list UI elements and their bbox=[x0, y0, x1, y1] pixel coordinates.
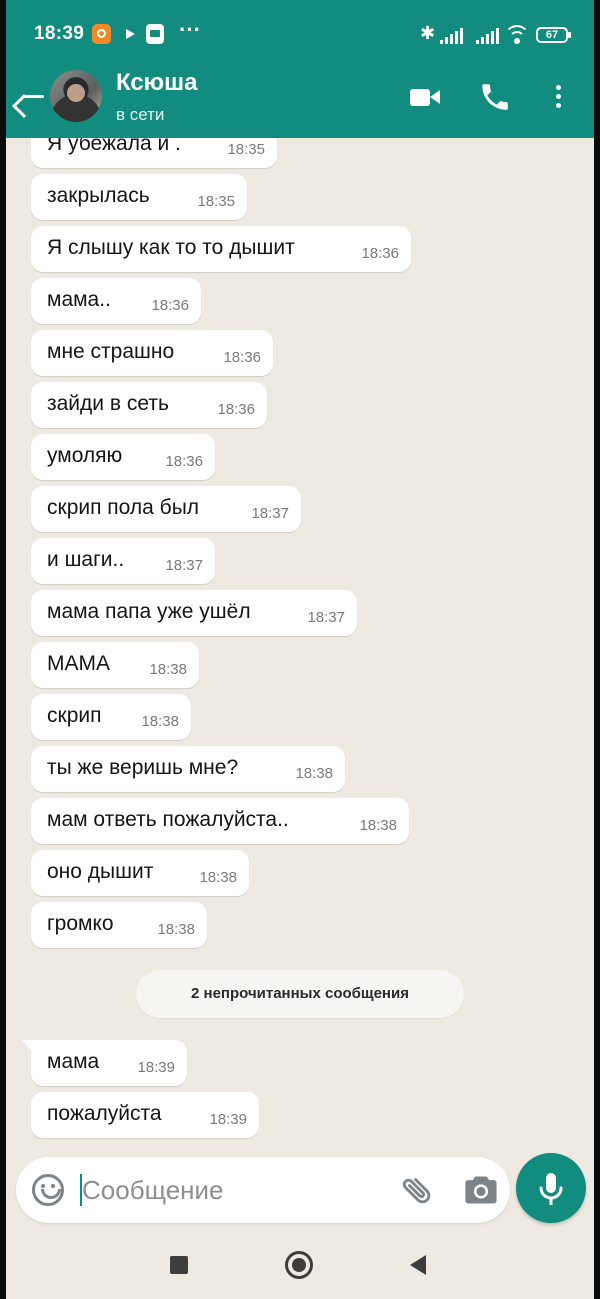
recents-button[interactable] bbox=[170, 1256, 188, 1274]
status-time: 18:39 bbox=[34, 23, 85, 44]
status-bar: 18:39 ··· ✱ 67 bbox=[6, 0, 594, 62]
mic-glyph bbox=[539, 1173, 563, 1205]
message-text: и шаги.. bbox=[47, 548, 125, 571]
message-text: мне страшно bbox=[47, 340, 175, 363]
message-bubble[interactable]: МАМА 18:38 bbox=[31, 642, 199, 688]
message-bubble[interactable]: закрылась 18:35 bbox=[31, 174, 247, 220]
message-text: скрип bbox=[47, 704, 102, 727]
wifi-icon bbox=[504, 25, 530, 45]
message-bubble[interactable]: ты же веришь мне? 18:38 bbox=[31, 746, 345, 792]
more-notifications-icon: ··· bbox=[179, 17, 201, 42]
message-bubble[interactable]: громко 18:38 bbox=[31, 902, 207, 948]
message-bubble[interactable]: оно дышит 18:38 bbox=[31, 850, 249, 896]
top-bar: 18:39 ··· ✱ 67 Ксюша в сети bbox=[6, 0, 594, 138]
message-time: 18:38 bbox=[149, 661, 187, 678]
message-bubble[interactable]: и шаги.. 18:37 bbox=[31, 538, 215, 584]
phone-icon[interactable] bbox=[478, 80, 512, 114]
message-time: 18:36 bbox=[217, 401, 255, 418]
composer-bar bbox=[6, 1151, 594, 1231]
message-bubble[interactable]: мама.. 18:36 bbox=[31, 278, 201, 324]
message-time: 18:37 bbox=[251, 505, 289, 522]
message-time: 18:36 bbox=[361, 245, 399, 262]
message-bubble[interactable]: пожалуйста 18:39 bbox=[31, 1092, 259, 1138]
emoji-icon[interactable] bbox=[32, 1174, 64, 1206]
system-nav-bar bbox=[6, 1231, 594, 1299]
back-arrow-icon[interactable] bbox=[16, 78, 52, 114]
paperclip-glyph bbox=[402, 1178, 431, 1204]
message-text: оно дышит bbox=[47, 860, 154, 883]
message-text: закрылась bbox=[47, 184, 150, 207]
message-text: умоляю bbox=[47, 444, 123, 467]
message-time: 18:38 bbox=[157, 921, 195, 938]
message-bubble[interactable]: Я слышу как то то дышит 18:36 bbox=[31, 226, 411, 272]
message-text: Я убежала и . bbox=[47, 138, 181, 155]
phone-glyph bbox=[482, 84, 508, 110]
contact-status: в сети bbox=[116, 105, 165, 124]
chat-header: Ксюша в сети bbox=[6, 62, 594, 138]
message-time: 18:38 bbox=[199, 869, 237, 886]
message-time: 18:38 bbox=[359, 817, 397, 834]
message-bubble[interactable]: умоляю 18:36 bbox=[31, 434, 215, 480]
more-vert-icon[interactable] bbox=[546, 80, 572, 114]
message-text: ты же веришь мне? bbox=[47, 756, 239, 779]
message-text: пожалуйста bbox=[47, 1102, 162, 1125]
message-bubble[interactable]: мама 18:39 bbox=[22, 1040, 187, 1086]
message-text: мам ответь пожалуйста.. bbox=[47, 808, 289, 831]
message-time: 18:39 bbox=[209, 1111, 247, 1128]
unread-messages-banner: 2 непрочитанных сообщения bbox=[136, 970, 464, 1018]
mic-icon[interactable] bbox=[516, 1153, 586, 1223]
message-time: 18:37 bbox=[165, 557, 203, 574]
device-frame: 18:39 ··· ✱ 67 Ксюша в сети Я убежала и … bbox=[0, 0, 600, 1299]
nav-back-button[interactable] bbox=[410, 1255, 428, 1275]
message-bubble[interactable]: скрип пола был 18:37 bbox=[31, 486, 301, 532]
message-time: 18:36 bbox=[151, 297, 189, 314]
message-text: громко bbox=[47, 912, 114, 935]
message-text: зайди в сеть bbox=[47, 392, 169, 415]
message-text: Я слышу как то то дышит bbox=[47, 236, 295, 259]
message-time: 18:38 bbox=[141, 713, 179, 730]
contact-name[interactable]: Ксюша bbox=[116, 69, 198, 97]
message-text: МАМА bbox=[47, 652, 110, 675]
message-bubble[interactable]: мама папа уже ушёл 18:37 bbox=[31, 590, 357, 636]
message-bubble[interactable]: мам ответь пожалуйста.. 18:38 bbox=[31, 798, 409, 844]
camera-icon[interactable] bbox=[464, 1175, 498, 1205]
message-time: 18:37 bbox=[307, 609, 345, 626]
message-text: мама.. bbox=[47, 288, 111, 311]
battery-icon: 67 bbox=[536, 27, 571, 43]
home-button[interactable] bbox=[285, 1251, 313, 1279]
signal-icon bbox=[440, 28, 466, 44]
whatsapp-chat-screen: 18:39 ··· ✱ 67 Ксюша в сети Я убежала и … bbox=[6, 0, 594, 1299]
camera-glyph bbox=[465, 1176, 497, 1204]
signal-icon bbox=[476, 28, 502, 44]
message-bubble[interactable]: мне страшно 18:36 bbox=[31, 330, 273, 376]
message-time: 18:39 bbox=[137, 1059, 175, 1076]
message-list[interactable]: Я убежала и . 18:35 закрылась 18:35 Я сл… bbox=[6, 138, 594, 1151]
app-notification-icon bbox=[146, 24, 164, 44]
message-time: 18:36 bbox=[165, 453, 203, 470]
message-time: 18:38 bbox=[295, 765, 333, 782]
message-time: 18:36 bbox=[223, 349, 261, 366]
message-bubble[interactable]: Я убежала и . 18:35 bbox=[31, 138, 277, 168]
message-field[interactable] bbox=[16, 1157, 510, 1223]
message-bubble[interactable]: скрип 18:38 bbox=[31, 694, 191, 740]
video-call-icon[interactable] bbox=[408, 82, 442, 114]
bluetooth-icon: ✱ bbox=[420, 23, 436, 43]
message-text: мама bbox=[47, 1050, 100, 1073]
message-input[interactable] bbox=[82, 1169, 382, 1211]
attach-icon[interactable] bbox=[400, 1173, 434, 1207]
message-bubble[interactable]: зайди в сеть 18:36 bbox=[31, 382, 267, 428]
message-text: мама папа уже ушёл bbox=[47, 600, 251, 623]
app-notification-icon bbox=[92, 24, 111, 44]
play-icon bbox=[124, 24, 136, 44]
contact-avatar[interactable] bbox=[50, 70, 102, 122]
message-text: скрип пола был bbox=[47, 496, 200, 519]
message-time: 18:35 bbox=[227, 141, 265, 158]
message-time: 18:35 bbox=[197, 193, 235, 210]
